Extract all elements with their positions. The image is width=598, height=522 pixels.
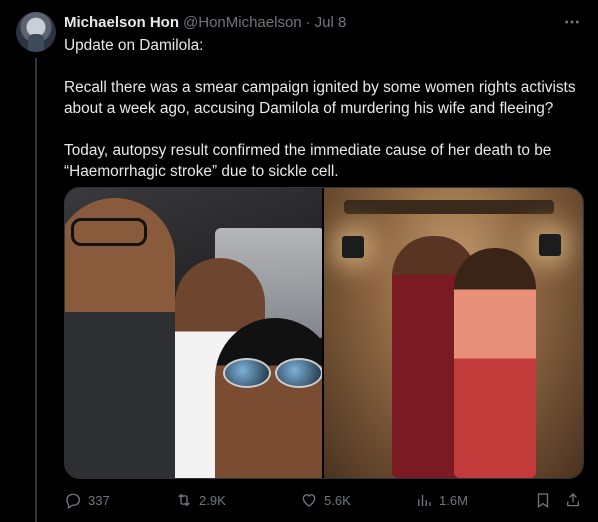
photo-couple[interactable] — [324, 188, 583, 478]
tweet-paragraph: Today, autopsy result confirmed the imme… — [64, 142, 552, 180]
author-name[interactable]: Michaelson Hon — [64, 14, 179, 31]
woman-figure — [215, 318, 322, 478]
separator-dot: · — [305, 13, 311, 31]
thread-line — [35, 58, 37, 522]
glasses — [71, 218, 147, 246]
views-icon — [418, 494, 431, 506]
heart-icon — [302, 494, 316, 507]
reply-count: 337 — [88, 492, 110, 508]
repost-icon — [178, 493, 190, 507]
wall-lamp — [539, 234, 561, 256]
share-button[interactable] — [564, 491, 582, 509]
photo-selfie[interactable] — [65, 188, 322, 478]
media-grid — [64, 187, 584, 479]
tweet-date[interactable]: Jul 8 — [315, 14, 347, 31]
repost-count: 2.9K — [199, 492, 226, 508]
tweet[interactable]: Michaelson Hon @HonMichaelson · Jul 8 Up… — [0, 0, 598, 522]
tweet-header: Michaelson Hon @HonMichaelson · Jul 8 — [64, 12, 582, 32]
reply-icon — [66, 493, 81, 509]
repost-button[interactable]: 2.9K — [175, 491, 226, 509]
sunglasses — [223, 358, 322, 388]
tweet-paragraph: Recall there was a smear campaign ignite… — [64, 79, 576, 117]
views-count: 1.6M — [439, 492, 468, 508]
author-handle[interactable]: @HonMichaelson — [183, 14, 302, 31]
avatar[interactable] — [16, 12, 56, 52]
bookmark-icon — [537, 493, 549, 509]
wall-lamp — [342, 236, 364, 258]
more-options-button[interactable] — [562, 12, 582, 32]
share-icon — [567, 493, 579, 507]
action-bar: 337 2.9K 5.6K 1.6M — [64, 488, 582, 512]
like-count: 5.6K — [324, 492, 351, 508]
bride-figure — [454, 248, 536, 478]
tweet-text: Update on Damilola: Recall there was a s… — [64, 35, 584, 182]
more-horizontal-icon — [565, 20, 579, 24]
tweet-paragraph: Update on Damilola: — [64, 37, 204, 54]
bookmark-button[interactable] — [534, 491, 552, 509]
views-button[interactable]: 1.6M — [415, 491, 468, 509]
like-button[interactable]: 5.6K — [300, 491, 351, 509]
avatar-figure — [28, 34, 44, 52]
reply-button[interactable]: 337 — [64, 491, 110, 509]
wall-decor — [344, 200, 554, 214]
